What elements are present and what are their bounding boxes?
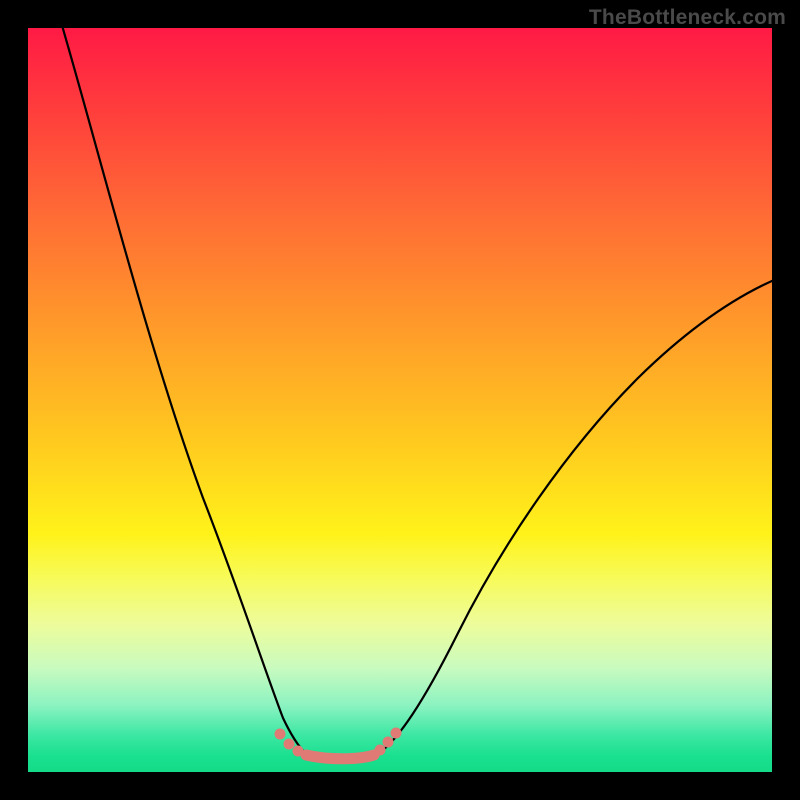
chart-svg xyxy=(28,28,772,772)
marker-dot xyxy=(284,739,295,750)
chart-frame: TheBottleneck.com xyxy=(0,0,800,800)
marker-dot xyxy=(275,729,286,740)
marker-segment xyxy=(306,755,374,759)
left-curve xyxy=(61,28,306,754)
plot-area xyxy=(28,28,772,772)
right-curve xyxy=(378,280,772,754)
marker-dot xyxy=(383,737,394,748)
marker-dot xyxy=(375,745,386,756)
salmon-markers xyxy=(275,728,402,759)
watermark-text: TheBottleneck.com xyxy=(589,6,786,30)
marker-dot xyxy=(391,728,402,739)
